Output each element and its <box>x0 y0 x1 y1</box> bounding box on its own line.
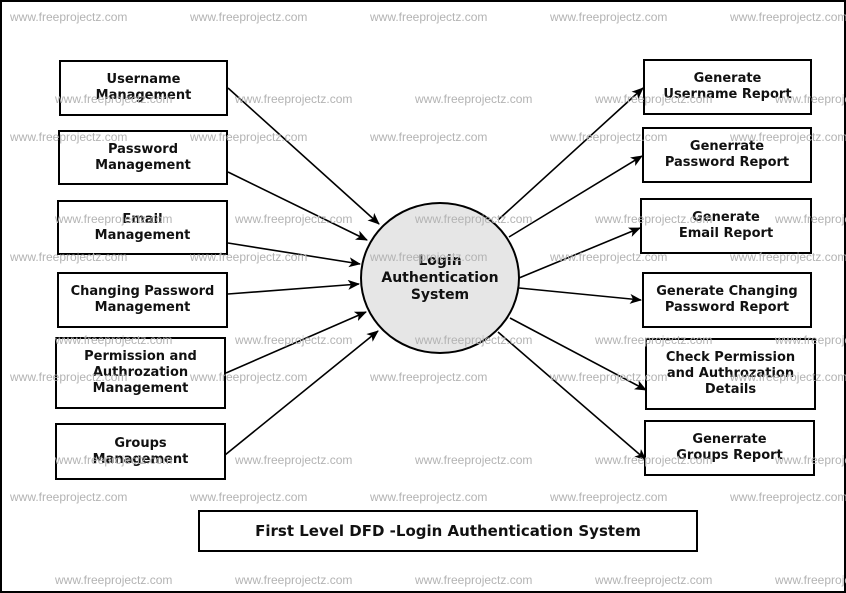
entity-permission-authorization-management: Permission and Authrozation Management <box>55 337 226 409</box>
flow-process-to-password-report <box>508 155 643 238</box>
entity-check-permission-authorization-details: Check Permission and Authrozation Detail… <box>645 338 816 410</box>
entity-password-management: Password Management <box>58 130 228 185</box>
process-login-authentication-system: Login Authentication System <box>360 202 520 354</box>
entity-username-management: Username Management <box>59 60 228 116</box>
flow-permission-to-process <box>225 311 367 374</box>
entity-changing-password-management: Changing Password Management <box>57 272 228 328</box>
entity-generate-username-report: Generate Username Report <box>643 59 812 115</box>
flow-process-to-email-report <box>518 227 641 279</box>
flow-username-to-process <box>227 87 380 225</box>
flow-process-to-permission-details <box>509 317 647 391</box>
entity-generate-password-report: Generrate Password Report <box>642 127 812 183</box>
entity-groups-management: Groups Management <box>55 423 226 480</box>
flow-password-to-process <box>227 171 368 241</box>
flow-changing-password-to-process <box>227 279 360 295</box>
entity-generate-email-report: Generate Email Report <box>640 198 812 254</box>
entity-email-management: Email Management <box>57 200 228 255</box>
entity-generate-groups-report: Generrate Groups Report <box>644 420 815 476</box>
flow-process-to-changing-password-report <box>518 287 642 304</box>
entity-generate-changing-password-report: Generate Changing Password Report <box>642 272 812 328</box>
flow-email-to-process <box>227 242 361 268</box>
diagram-title: First Level DFD -Login Authentication Sy… <box>198 510 698 552</box>
flow-groups-to-process <box>224 330 379 456</box>
